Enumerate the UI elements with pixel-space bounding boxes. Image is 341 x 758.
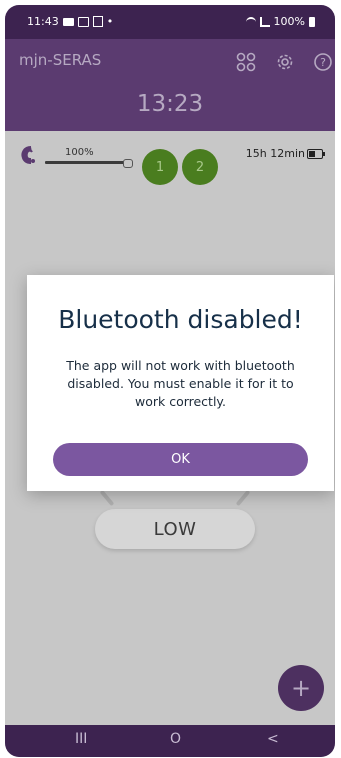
battery-icon: [309, 16, 315, 27]
grid-icon[interactable]: [235, 51, 257, 73]
bluetooth-alert-dialog: Bluetooth disabled! The app will not wor…: [27, 275, 334, 491]
volume-label: 100%: [65, 147, 94, 158]
hearing-aid-icon: [21, 146, 35, 165]
help-icon[interactable]: ?: [312, 51, 334, 73]
volume-knob[interactable]: [123, 159, 133, 168]
svg-text:?: ?: [320, 56, 326, 69]
back-button[interactable]: <: [267, 731, 279, 747]
dialog-title: Bluetooth disabled!: [58, 305, 303, 334]
add-button[interactable]: +: [278, 665, 324, 711]
cast-icon: [77, 16, 89, 27]
gear-icon[interactable]: [274, 51, 296, 73]
dial-tick-right: [235, 489, 251, 507]
program-button-1[interactable]: 1: [142, 149, 178, 185]
status-right: 100%: [245, 15, 315, 28]
system-nav-bar: III O <: [5, 725, 335, 757]
status-time: 11:43: [27, 15, 59, 28]
program-button-2[interactable]: 2: [182, 149, 218, 185]
mode-low-button[interactable]: LOW: [95, 509, 255, 549]
wifi-icon: [245, 16, 256, 27]
battery-time: 15h 12min: [245, 147, 305, 160]
nfc-icon: [92, 16, 103, 27]
status-battery-text: 100%: [273, 15, 305, 28]
dialog-message: The app will not work with bluetooth dis…: [66, 358, 295, 409]
volume-slider[interactable]: [45, 161, 127, 164]
phone-screen: 11:43 • 100% mjn-SERAS ? 13:23 100% 1 2 …: [5, 5, 335, 757]
app-title: mjn-SERAS: [19, 51, 102, 69]
status-left: 11:43 •: [27, 15, 113, 28]
recents-button[interactable]: III: [75, 731, 87, 747]
app-header: mjn-SERAS ? 13:23: [5, 39, 335, 131]
home-button[interactable]: O: [170, 731, 181, 747]
dial-tick-left: [99, 489, 115, 507]
status-dot: •: [106, 15, 114, 28]
volume-fill: [45, 161, 127, 164]
ok-button[interactable]: OK: [53, 443, 308, 476]
signal-icon: [259, 16, 270, 27]
clock-display: 13:23: [136, 91, 204, 117]
mail-icon: [62, 17, 74, 26]
device-battery-icon: [307, 149, 325, 159]
status-bar: 11:43 • 100%: [5, 5, 335, 39]
